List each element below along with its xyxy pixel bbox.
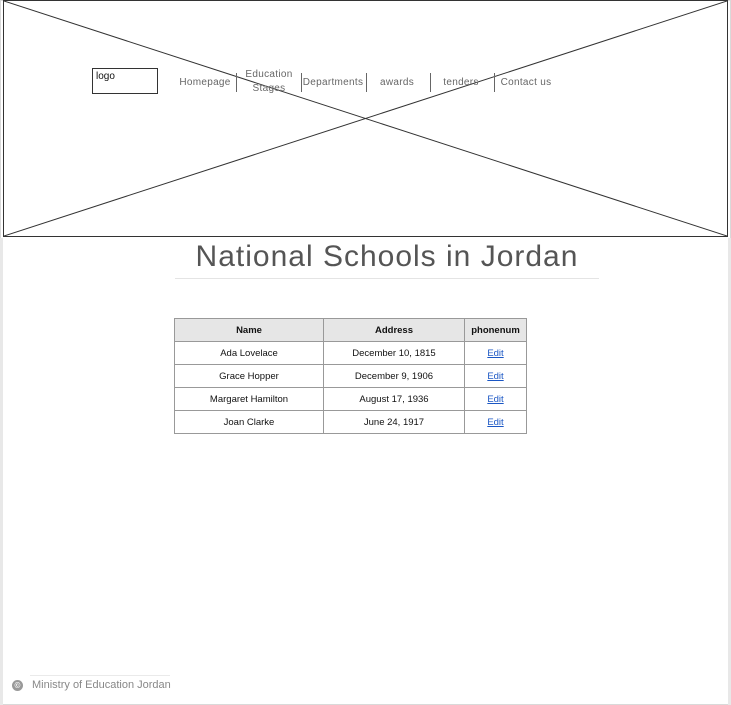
edit-link[interactable]: Edit: [487, 371, 503, 382]
schools-table: Name Address phonenum Ada Lovelace Decem…: [174, 318, 527, 434]
table-row: Margaret Hamilton August 17, 1936 Edit: [174, 387, 527, 411]
placeholder-cross: [4, 1, 727, 236]
nav-item-tenders[interactable]: tenders: [432, 68, 490, 98]
table-row: Ada Lovelace December 10, 1815 Edit: [174, 341, 527, 365]
cell-name: Ada Lovelace: [174, 341, 324, 365]
page-title: National Schools in Jordan: [195, 240, 579, 273]
column-header-phonenum: phonenum: [464, 318, 527, 342]
left-margin: [0, 238, 3, 705]
nav-separator: [430, 73, 431, 92]
logo[interactable]: logo: [92, 68, 158, 94]
cell-name: Margaret Hamilton: [174, 387, 324, 411]
copyright-icon: ©: [12, 680, 23, 691]
nav-item-contact-us[interactable]: Contact us: [496, 68, 556, 98]
column-header-name: Name: [174, 318, 324, 342]
nav-separator: [494, 73, 495, 92]
cell-name: Grace Hopper: [174, 364, 324, 388]
edit-link[interactable]: Edit: [487, 394, 503, 405]
nav-separator: [236, 73, 237, 92]
cell-address: June 24, 1917: [323, 410, 465, 434]
cell-action: Edit: [464, 341, 527, 365]
cell-address: December 10, 1815: [323, 341, 465, 365]
cell-address: August 17, 1936: [323, 387, 465, 411]
nav-item-awards[interactable]: awards: [368, 68, 426, 98]
cell-name: Joan Clarke: [174, 410, 324, 434]
cell-address: December 9, 1906: [323, 364, 465, 388]
footer-text: Ministry of Education Jordan: [32, 679, 171, 691]
header-image-placeholder: [3, 0, 728, 237]
table-header-row: Name Address phonenum: [174, 318, 527, 342]
title-underline: [175, 278, 599, 279]
nav-item-education-stages[interactable]: Education Stages: [240, 67, 298, 97]
nav-item-departments[interactable]: Departments: [302, 68, 364, 98]
cell-action: Edit: [464, 387, 527, 411]
footer-divider: [30, 675, 170, 676]
nav-item-homepage[interactable]: Homepage: [176, 68, 234, 98]
edit-link[interactable]: Edit: [487, 348, 503, 359]
cell-action: Edit: [464, 364, 527, 388]
nav-separator: [366, 73, 367, 92]
column-header-address: Address: [323, 318, 465, 342]
edit-link[interactable]: Edit: [487, 417, 503, 428]
cell-action: Edit: [464, 410, 527, 434]
table-row: Grace Hopper December 9, 1906 Edit: [174, 364, 527, 388]
table-row: Joan Clarke June 24, 1917 Edit: [174, 410, 527, 434]
